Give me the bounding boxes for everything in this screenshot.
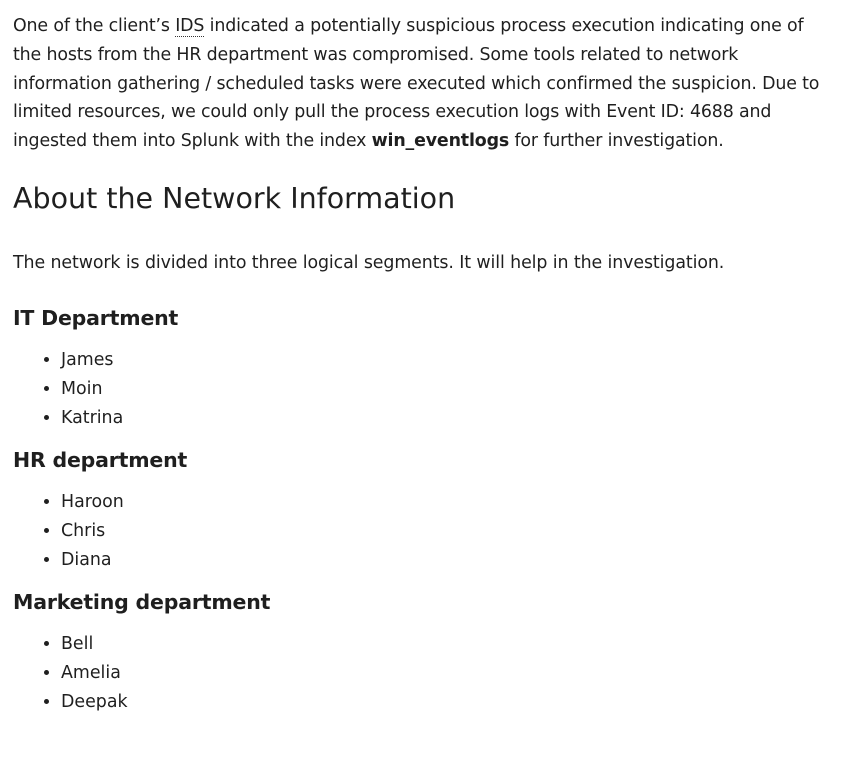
member-list: Bell Amelia Deepak bbox=[13, 630, 832, 717]
member-list: Haroon Chris Diana bbox=[13, 488, 832, 575]
index-name: win_eventlogs bbox=[371, 131, 510, 152]
list-item: Deepak bbox=[61, 688, 832, 717]
intro-text-1: One of the client’s bbox=[13, 16, 176, 36]
section-heading: About the Network Information bbox=[13, 181, 456, 215]
department-heading: IT Department bbox=[13, 305, 179, 330]
list-item: Amelia bbox=[61, 659, 832, 688]
department-it: IT Department James Moin Katrina bbox=[13, 304, 832, 433]
department-heading: Marketing department bbox=[13, 589, 271, 614]
document-body: One of the client’s IDS indicated a pote… bbox=[0, 0, 844, 717]
list-item: Chris bbox=[61, 517, 832, 546]
member-list: James Moin Katrina bbox=[13, 346, 832, 433]
department-marketing: Marketing department Bell Amelia Deepak bbox=[13, 588, 832, 717]
list-item: Diana bbox=[61, 546, 832, 575]
section-lead: The network is divided into three logica… bbox=[13, 252, 725, 273]
list-item: James bbox=[61, 346, 832, 375]
list-item: Haroon bbox=[61, 488, 832, 517]
ids-abbreviation: IDS bbox=[175, 16, 205, 37]
intro-paragraph: One of the client’s IDS indicated a pote… bbox=[13, 12, 832, 156]
list-item: Katrina bbox=[61, 404, 832, 433]
list-item: Bell bbox=[61, 630, 832, 659]
intro-text-3: for further investigation. bbox=[509, 131, 724, 152]
list-item: Moin bbox=[61, 375, 832, 404]
department-hr: HR department Haroon Chris Diana bbox=[13, 446, 832, 575]
department-heading: HR department bbox=[13, 447, 188, 472]
